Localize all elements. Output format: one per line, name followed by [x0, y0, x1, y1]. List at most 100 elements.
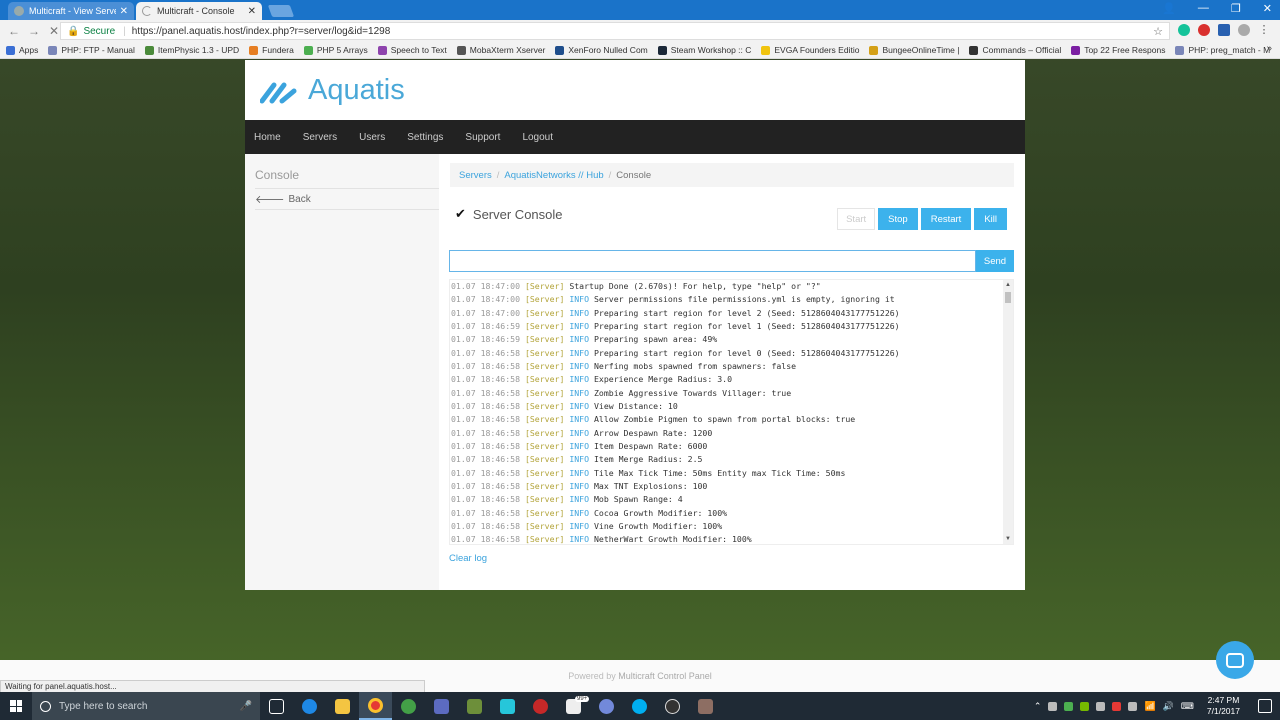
tray-icon[interactable] [1064, 701, 1074, 711]
url-separator: | [123, 25, 126, 37]
tray-icon[interactable] [1080, 701, 1090, 711]
app-icon[interactable] [425, 692, 458, 720]
log-line: 01.07 18:46:58 [Server] INFO Experience … [450, 373, 1013, 386]
site-logo[interactable]: Aquatis [260, 74, 405, 107]
profile-icon[interactable]: 👤 [1162, 2, 1176, 15]
bookmark-item[interactable]: Top 22 Free Respons [1071, 45, 1165, 55]
network-icon[interactable]: 📶 [1144, 701, 1155, 712]
scroll-down-icon[interactable]: ▼ [1003, 534, 1013, 544]
app-icon[interactable] [689, 692, 722, 720]
scroll-thumb[interactable] [1005, 292, 1011, 303]
nav-users[interactable]: Users [359, 132, 385, 143]
spotify-icon[interactable] [392, 692, 425, 720]
close-icon[interactable]: ✕ [120, 6, 128, 17]
bookmark-extension-icon[interactable] [1218, 24, 1230, 36]
clear-log-link[interactable]: Clear log [449, 553, 487, 564]
command-input[interactable] [449, 250, 976, 272]
kill-button[interactable]: Kill [974, 208, 1007, 230]
tab-console[interactable]: Multicraft - Console ✕ [136, 2, 262, 20]
log-scrollbar[interactable]: ▲ ▼ [1003, 280, 1013, 544]
tab-view-server[interactable]: Multicraft - View Server ✕ [8, 2, 134, 20]
log-level: INFO [569, 374, 590, 385]
bookmark-item[interactable]: Steam Workshop :: C [657, 45, 751, 55]
chat-widget-button[interactable] [1216, 641, 1254, 679]
bookmark-item[interactable]: Commands – Official [969, 45, 1061, 55]
minecraft-icon[interactable] [458, 692, 491, 720]
console-log[interactable]: 01.07 18:47:00 [Server] Startup Done (2.… [449, 279, 1014, 545]
nav-servers[interactable]: Servers [303, 132, 337, 143]
app-icon[interactable] [524, 692, 557, 720]
nav-support[interactable]: Support [465, 132, 500, 143]
mail-icon[interactable]: 99+ [557, 692, 590, 720]
new-tab-button[interactable] [267, 5, 295, 17]
footer-brand[interactable]: Multicraft Control Panel [618, 671, 712, 681]
taskbar-clock[interactable]: 2:47 PM 7/1/2017 [1207, 695, 1240, 717]
bookmark-item[interactable]: PHP: FTP - Manual [48, 45, 135, 55]
restore-icon[interactable]: ❐ [1231, 2, 1241, 15]
scroll-up-icon[interactable]: ▲ [1003, 280, 1013, 290]
obs-icon[interactable] [656, 692, 689, 720]
volume-icon[interactable]: 🔊 [1163, 701, 1174, 712]
send-button[interactable]: Send [976, 250, 1014, 272]
bookmark-item[interactable]: BungeeOnlineTime | [869, 45, 959, 55]
breadcrumb-servers[interactable]: Servers [459, 170, 492, 181]
stop-button[interactable]: Stop [878, 208, 918, 230]
task-view-icon[interactable] [260, 692, 293, 720]
taskbar-search[interactable]: Type here to search 🎤 [32, 692, 260, 720]
restart-button[interactable]: Restart [920, 208, 972, 230]
bookmark-item[interactable]: Fundera [249, 45, 294, 55]
menu-icon[interactable]: ⋮ [1258, 24, 1270, 36]
nav-settings[interactable]: Settings [407, 132, 443, 143]
log-message: Experience Merge Radius: 3.0 [593, 374, 733, 385]
back-arrow-icon[interactable]: ← [6, 24, 22, 38]
nav-home[interactable]: Home [254, 132, 281, 143]
microphone-icon[interactable]: 🎤 [240, 701, 252, 712]
bookmark-item[interactable]: Apps [6, 45, 38, 55]
chevron-up-icon[interactable]: ⌃ [1034, 701, 1042, 712]
discord-icon[interactable] [590, 692, 623, 720]
keyboard-icon[interactable]: ⌨ [1181, 701, 1194, 712]
tray-icon[interactable] [1048, 701, 1058, 711]
eye-extension-icon[interactable] [1238, 24, 1250, 36]
log-level: INFO [569, 400, 590, 411]
more-bookmarks-icon[interactable]: » [1266, 43, 1272, 54]
skype-icon[interactable] [623, 692, 656, 720]
server-control-buttons: Start Stop Restart Kill [837, 208, 1007, 230]
sidebar-back-link[interactable]: 🡐 Back [255, 192, 311, 207]
bookmark-item[interactable]: ItemPhysic 1.3 - UPD [144, 45, 239, 55]
clock-date: 7/1/2017 [1206, 706, 1240, 716]
edge-icon[interactable] [293, 692, 326, 720]
bookmark-label: EVGA Founders Editio [774, 45, 860, 55]
bookmark-item[interactable]: PHP: preg_match - M [1175, 45, 1270, 55]
tray-icon[interactable] [1096, 701, 1106, 711]
tray-icon[interactable] [1112, 701, 1122, 711]
close-icon[interactable]: ✕ [248, 6, 256, 17]
breadcrumb-server[interactable]: AquatisNetworks // Hub [504, 170, 603, 181]
tray-icon[interactable] [1128, 701, 1138, 711]
start-button-windows[interactable] [0, 692, 32, 720]
log-line: 01.07 18:46:58 [Server] INFO Zombie Aggr… [450, 387, 1013, 400]
app-icon[interactable] [491, 692, 524, 720]
bookmark-label: Fundera [262, 45, 294, 55]
forward-arrow-icon[interactable]: → [26, 24, 42, 38]
bookmark-item[interactable]: EVGA Founders Editio [761, 45, 859, 55]
minimize-icon[interactable]: — [1198, 2, 1209, 15]
grammarly-icon[interactable] [1178, 24, 1190, 36]
close-window-icon[interactable]: ✕ [1263, 2, 1272, 15]
bookmark-item[interactable]: XenForo Nulled Com [555, 45, 648, 55]
nav-logout[interactable]: Logout [522, 132, 553, 143]
start-button[interactable]: Start [837, 208, 876, 230]
bookmark-item[interactable]: PHP 5 Arrays [303, 45, 368, 55]
address-bar[interactable]: 🔒 Secure | https://panel.aquatis.host/in… [60, 22, 1170, 40]
bookmark-item[interactable]: Speech to Text [377, 45, 447, 55]
file-explorer-icon[interactable] [326, 692, 359, 720]
action-center-icon[interactable] [1258, 699, 1272, 713]
log-line: 01.07 18:46:58 [Server] INFO Max TNT Exp… [450, 480, 1013, 493]
adblock-icon[interactable] [1198, 24, 1210, 36]
bookmark-item[interactable]: MobaXterm Xserver [456, 45, 545, 55]
log-line: 01.07 18:46:58 [Server] INFO Vine Growth… [450, 520, 1013, 533]
chrome-icon[interactable] [359, 692, 392, 720]
clock-time: 2:47 PM [1207, 695, 1240, 705]
bookmark-star-icon[interactable]: ☆ [1153, 25, 1163, 38]
bookmark-label: XenForo Nulled Com [568, 45, 648, 55]
